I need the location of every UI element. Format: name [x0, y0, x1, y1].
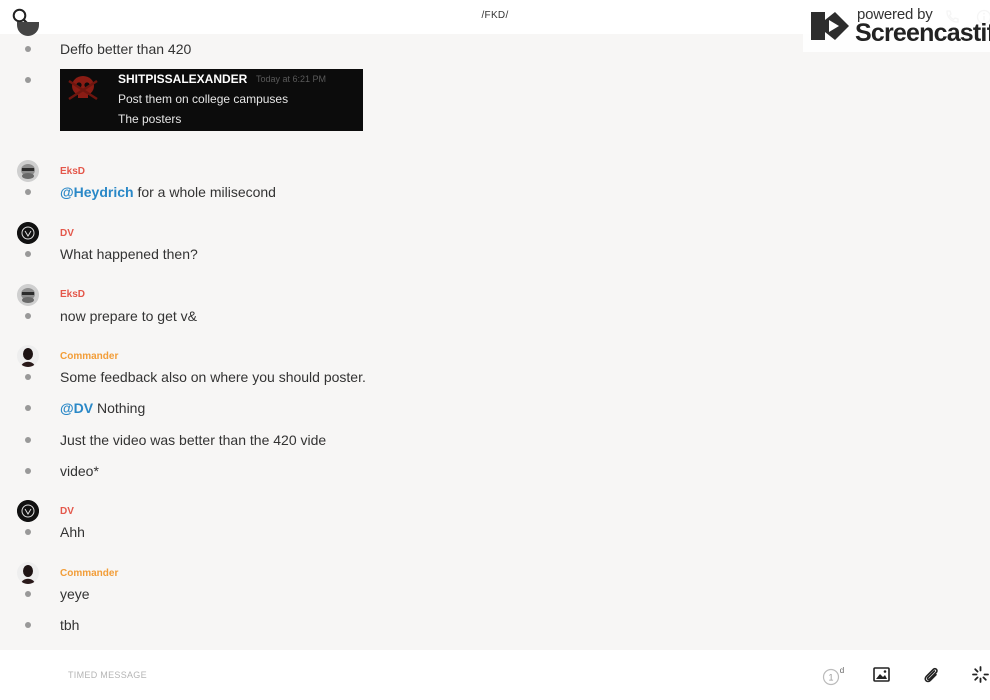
avatar[interactable]: [17, 160, 39, 182]
message-dot: [25, 46, 31, 52]
embed-line-1: Post them on college campuses: [118, 92, 289, 106]
avatar[interactable]: [17, 222, 39, 244]
message-text: Some feedback also on where you should p…: [60, 369, 366, 385]
image-icon[interactable]: [873, 667, 890, 682]
embed-timestamp: Today at 6:21 PM: [256, 74, 327, 84]
message-dot: [25, 374, 31, 380]
avatar[interactable]: [17, 562, 39, 584]
avatar-image: [17, 562, 39, 584]
message-text: Deffo better than 420: [60, 41, 192, 57]
message-dot: [25, 468, 31, 474]
embedded-image[interactable]: SHITPISSALEXANDER Today at 6:21 PM Post …: [60, 69, 363, 131]
message-author[interactable]: DV: [60, 228, 74, 239]
avatar-image: [17, 345, 39, 367]
message-dot: [25, 189, 31, 195]
avatar-image: [17, 284, 39, 306]
message-dot: [25, 251, 31, 257]
composer-bar: TIMED MESSAGE 1 d: [0, 650, 990, 700]
message-text: Ahh: [60, 524, 85, 540]
paperclip-icon[interactable]: [922, 666, 940, 684]
message-dot: [25, 591, 31, 597]
embed-author: SHITPISSALEXANDER: [118, 72, 248, 86]
message-input[interactable]: TIMED MESSAGE: [68, 670, 147, 680]
message-text: yeye: [60, 586, 90, 602]
message-author[interactable]: EksD: [60, 166, 85, 177]
message-dot: [25, 405, 31, 411]
timer-icon[interactable]: 1 d: [822, 666, 846, 686]
timer-unit: d: [840, 666, 844, 675]
avatar[interactable]: [17, 500, 39, 522]
message-dot: [25, 437, 31, 443]
message-author[interactable]: Commander: [60, 568, 118, 579]
message-dot: [25, 622, 31, 628]
mention[interactable]: @Heydrich: [60, 184, 134, 200]
embed-line-2: The posters: [118, 112, 182, 126]
message-text: tbh: [60, 617, 80, 633]
message-dot: [25, 529, 31, 535]
screencastify-watermark: powered by Screencastify: [803, 2, 990, 52]
avatar[interactable]: [17, 22, 39, 36]
avatar[interactable]: [17, 284, 39, 306]
message-dot: [25, 313, 31, 319]
message-feed[interactable]: Deffo better than 420 SHITPISSALEXANDER …: [0, 0, 990, 650]
screencastify-logo-icon: [811, 12, 849, 40]
mention[interactable]: @DV: [60, 400, 93, 416]
avatar[interactable]: [17, 345, 39, 367]
skull-icon: [68, 76, 98, 101]
message-text: video*: [60, 463, 99, 479]
message-text: What happened then?: [60, 246, 198, 262]
message-author[interactable]: DV: [60, 506, 74, 517]
message-author[interactable]: Commander: [60, 351, 118, 362]
avatar-image: [17, 500, 39, 522]
watermark-brand-text: Screencastify: [855, 19, 990, 47]
message-text: @DV Nothing: [60, 400, 145, 416]
message-text: @Heydrich for a whole milisecond: [60, 184, 276, 200]
timer-value: 1: [828, 673, 833, 683]
message-text: Just the video was better than the 420 v…: [60, 432, 327, 448]
avatar-image: [17, 222, 39, 244]
message-author[interactable]: EksD: [60, 289, 85, 300]
message-text: now prepare to get v&: [60, 308, 197, 324]
message-dot: [25, 77, 31, 83]
avatar-image: [17, 160, 39, 182]
message-body: for a whole milisecond: [133, 184, 276, 200]
message-body: Nothing: [93, 400, 146, 416]
spinner-icon[interactable]: [972, 666, 989, 683]
